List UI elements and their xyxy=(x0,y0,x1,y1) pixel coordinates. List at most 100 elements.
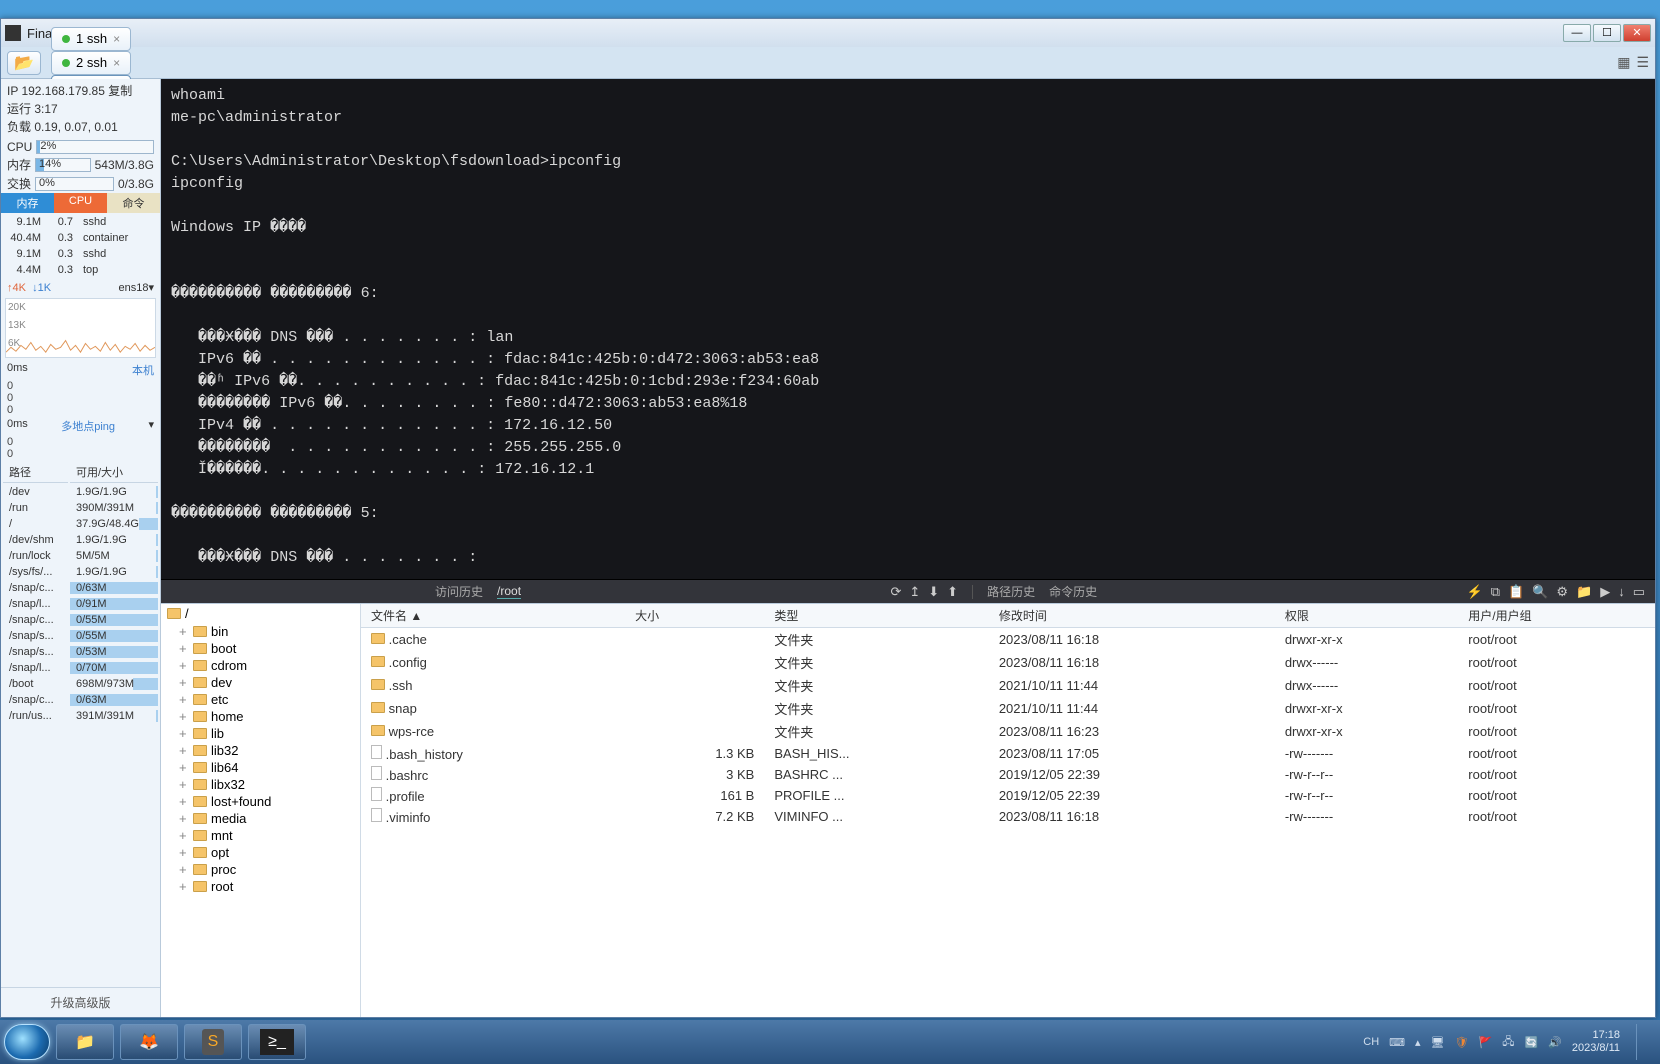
expand-icon[interactable]: + xyxy=(179,828,189,843)
col-name[interactable]: 文件名 ▲ xyxy=(361,604,625,628)
tray-chevron-icon[interactable]: ▴ xyxy=(1415,1036,1421,1049)
expand-icon[interactable]: + xyxy=(179,743,189,758)
tree-node[interactable]: +lib64 xyxy=(179,759,360,776)
disk-row[interactable]: /dev/shm1.9G/1.9G xyxy=(3,533,158,547)
ime-indicator[interactable]: CH xyxy=(1363,1036,1379,1048)
sync-icon[interactable]: 🔄 xyxy=(1524,1036,1538,1049)
expand-icon[interactable]: + xyxy=(179,845,189,860)
tree-node[interactable]: +opt xyxy=(179,844,360,861)
disk-row[interactable]: /dev1.9G/1.9G xyxy=(3,485,158,499)
terminal[interactable]: whoami me-pc\administrator C:\Users\Admi… xyxy=(161,79,1655,579)
open-folder-button[interactable]: 📂 xyxy=(7,51,41,75)
process-row[interactable]: 4.4M0.3top xyxy=(3,263,158,277)
disk-row[interactable]: /snap/c...0/55M xyxy=(3,613,158,627)
file-row[interactable]: .bash_history1.3 KBBASH_HIS...2023/08/11… xyxy=(361,743,1655,764)
minimize-button[interactable]: — xyxy=(1563,24,1591,42)
refresh-icon[interactable]: ⟳ xyxy=(890,584,901,600)
col-type[interactable]: 类型 xyxy=(764,604,988,628)
expand-icon[interactable]: + xyxy=(179,760,189,775)
tree-node[interactable]: +dev xyxy=(179,674,360,691)
task-firefox[interactable]: 🦊 xyxy=(120,1024,178,1060)
tree-node[interactable]: +root xyxy=(179,878,360,895)
file-row[interactable]: .viminfo7.2 KBVIMINFO ...2023/08/11 16:1… xyxy=(361,806,1655,827)
disk-row[interactable]: /snap/s...0/55M xyxy=(3,629,158,643)
file-row[interactable]: wps-rce文件夹2023/08/11 16:23drwxr-xr-xroot… xyxy=(361,720,1655,743)
gear-icon[interactable]: ⚙ xyxy=(1556,584,1568,600)
disk-row[interactable]: /run/us...391M/391M xyxy=(3,709,158,723)
tree-node[interactable]: +lost+found xyxy=(179,793,360,810)
col-owner[interactable]: 用户/用户组 xyxy=(1458,604,1655,628)
expand-icon[interactable]: + xyxy=(179,794,189,809)
disk-row[interactable]: /snap/c...0/63M xyxy=(3,693,158,707)
play-icon[interactable]: ▶ xyxy=(1600,584,1610,600)
bolt-icon[interactable]: ⚡ xyxy=(1467,584,1483,600)
paste-icon[interactable]: 📋 xyxy=(1508,584,1524,600)
expand-icon[interactable]: + xyxy=(179,675,189,690)
ip-line[interactable]: IP 192.168.179.85 复制 xyxy=(7,82,154,100)
cmd-history-link[interactable]: 命令历史 xyxy=(1049,583,1097,600)
task-explorer[interactable]: 📁 xyxy=(56,1024,114,1060)
tree-node[interactable]: +proc xyxy=(179,861,360,878)
show-desktop-button[interactable] xyxy=(1636,1024,1650,1060)
disk-row[interactable]: /snap/s...0/53M xyxy=(3,645,158,659)
close-tab-icon[interactable]: × xyxy=(113,32,120,46)
tree-node[interactable]: +media xyxy=(179,810,360,827)
start-button[interactable] xyxy=(4,1024,50,1060)
upgrade-link[interactable]: 升级高级版 xyxy=(1,987,160,1017)
keyboard-icon[interactable]: ⌨ xyxy=(1389,1036,1405,1049)
col-perm[interactable]: 权限 xyxy=(1275,604,1458,628)
arrow-down-icon[interactable]: ↓ xyxy=(1618,584,1625,600)
upload-icon[interactable]: ⬆ xyxy=(947,584,958,600)
task-sublime[interactable]: S xyxy=(184,1024,242,1060)
current-path[interactable]: /root xyxy=(497,584,521,599)
tree-node[interactable]: +boot xyxy=(179,640,360,657)
disk-row[interactable]: /boot698M/973M xyxy=(3,677,158,691)
disk-row[interactable]: /snap/l...0/70M xyxy=(3,661,158,675)
file-row[interactable]: .config文件夹2023/08/11 16:18drwx------root… xyxy=(361,651,1655,674)
close-button[interactable]: ✕ xyxy=(1623,24,1651,42)
expand-icon[interactable]: + xyxy=(179,624,189,639)
windows-taskbar[interactable]: 📁 🦊 S ≥_ CH ⌨ ▴ 🖥 🛡 🚩 🖧 🔄 🔊 17:18 2023/8… xyxy=(0,1020,1660,1064)
folder-tree[interactable]: / +bin+boot+cdrom+dev+etc+home+lib+lib32… xyxy=(161,604,361,1017)
shield-icon[interactable]: 🛡 xyxy=(1455,1036,1469,1049)
expand-icon[interactable]: + xyxy=(179,777,189,792)
task-terminal[interactable]: ≥_ xyxy=(248,1024,306,1060)
net-iface[interactable]: ens18 xyxy=(118,282,148,294)
disk-row[interactable]: /sys/fs/...1.9G/1.9G xyxy=(3,565,158,579)
col-mtime[interactable]: 修改时间 xyxy=(989,604,1275,628)
tree-node[interactable]: +bin xyxy=(179,623,360,640)
disk-row[interactable]: /snap/l...0/91M xyxy=(3,597,158,611)
tree-root[interactable]: / xyxy=(161,604,360,623)
file-row[interactable]: .profile161 BPROFILE ...2019/12/05 22:39… xyxy=(361,785,1655,806)
download-icon[interactable]: ⬇ xyxy=(928,584,939,600)
file-row[interactable]: .ssh文件夹2021/10/11 11:44drwx------root/ro… xyxy=(361,674,1655,697)
visit-history-link[interactable]: 访问历史 xyxy=(435,583,483,600)
tree-node[interactable]: +cdrom xyxy=(179,657,360,674)
process-row[interactable]: 9.1M0.7sshd xyxy=(3,215,158,229)
volume-icon[interactable]: 🔊 xyxy=(1548,1036,1562,1049)
ping-multi-label[interactable]: 多地点ping xyxy=(61,418,115,434)
close-tab-icon[interactable]: × xyxy=(113,56,120,70)
expand-icon[interactable]: + xyxy=(179,692,189,707)
expand-icon[interactable]: + xyxy=(179,709,189,724)
expand-icon[interactable]: + xyxy=(179,641,189,656)
tree-node[interactable]: +lib xyxy=(179,725,360,742)
process-row[interactable]: 9.1M0.3sshd xyxy=(3,247,158,261)
file-list[interactable]: 文件名 ▲ 大小 类型 修改时间 权限 用户/用户组 .cache文件夹2023… xyxy=(361,604,1655,1017)
tree-node[interactable]: +mnt xyxy=(179,827,360,844)
tree-node[interactable]: +libx32 xyxy=(179,776,360,793)
disk-row[interactable]: /37.9G/48.4G xyxy=(3,517,158,531)
flag-icon[interactable]: 🚩 xyxy=(1479,1036,1493,1049)
network-icon[interactable]: 🖧 xyxy=(1502,1033,1514,1052)
window-icon[interactable]: ▭ xyxy=(1633,584,1645,600)
grid-view-icon[interactable]: ▦ xyxy=(1617,54,1630,71)
tree-node[interactable]: +lib32 xyxy=(179,742,360,759)
monitor-icon[interactable]: 🖥 xyxy=(1431,1036,1445,1049)
maximize-button[interactable]: ☐ xyxy=(1593,24,1621,42)
col-size[interactable]: 大小 xyxy=(625,604,764,628)
file-row[interactable]: snap文件夹2021/10/11 11:44drwxr-xr-xroot/ro… xyxy=(361,697,1655,720)
chevron-down-icon[interactable]: ▾ xyxy=(148,281,154,294)
file-row[interactable]: .cache文件夹2023/08/11 16:18drwxr-xr-xroot/… xyxy=(361,628,1655,652)
expand-icon[interactable]: + xyxy=(179,811,189,826)
copy-icon[interactable]: ⧉ xyxy=(1491,584,1500,600)
